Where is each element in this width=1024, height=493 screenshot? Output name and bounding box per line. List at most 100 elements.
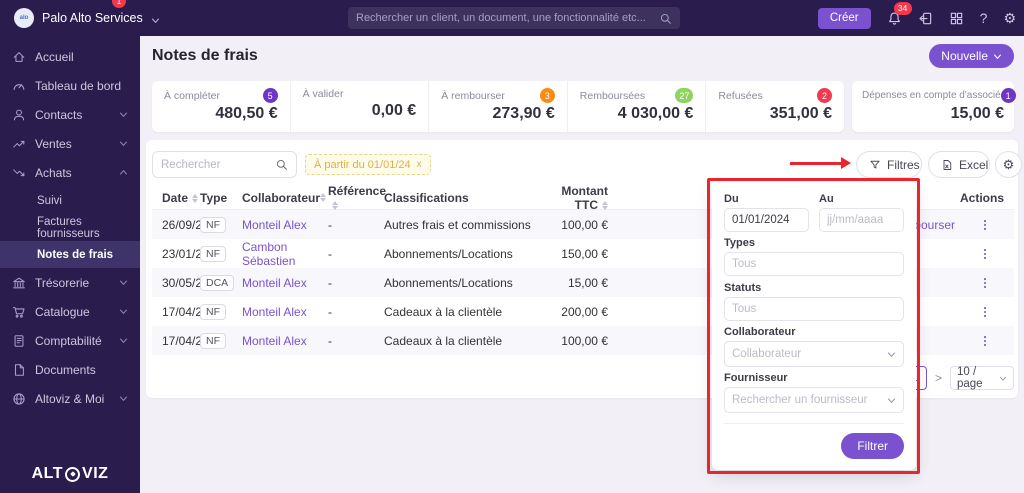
notifications-button[interactable]: 34 xyxy=(887,1,912,26)
table-settings-button[interactable]: ⚙ xyxy=(995,151,1022,178)
sidebar-item-altoviz-et-moi[interactable]: Altoviz & Moi xyxy=(0,384,140,413)
cell-type: NF xyxy=(200,303,242,320)
page-size-select[interactable]: 10 / page xyxy=(950,366,1014,390)
next-page-button[interactable]: > xyxy=(935,371,942,385)
global-search[interactable] xyxy=(348,7,680,29)
chevron-down-icon xyxy=(119,112,128,117)
cell-type: NF xyxy=(200,245,242,262)
sort-icon[interactable] xyxy=(320,192,327,203)
sort-icon[interactable] xyxy=(192,193,199,204)
sidebar-item-suivi[interactable]: Suivi xyxy=(0,187,140,214)
collaborateur-label: Collaborateur xyxy=(724,326,796,338)
stat-refusees[interactable]: Refusées 2 351,00 € xyxy=(706,81,844,132)
exit-button[interactable] xyxy=(918,11,933,26)
collaborateur-select[interactable]: Collaborateur xyxy=(724,341,904,367)
sidebar-item-tresorerie[interactable]: Trésorerie xyxy=(0,268,140,297)
stat-depenses-compte-associe[interactable]: Dépenses en compte d'associé 1 15,00 € xyxy=(852,81,1016,132)
cell-collaborateur: Monteil Alex xyxy=(242,218,328,232)
sidebar-item-contacts[interactable]: Contacts xyxy=(0,100,140,129)
sidebar-item-notes-de-frais[interactable]: Notes de frais xyxy=(0,241,140,268)
apps-button[interactable] xyxy=(949,11,964,26)
row-menu-button[interactable] xyxy=(978,276,992,290)
fournisseur-select[interactable]: Rechercher un fournisseur xyxy=(724,387,904,413)
global-search-input[interactable] xyxy=(356,12,659,24)
stat-value: 480,50 € xyxy=(215,105,278,122)
cell-reference: - xyxy=(328,304,332,319)
stat-a-completer[interactable]: À compléter 5 480,50 € xyxy=(152,81,291,132)
active-filter-tag[interactable]: À partir du 01/01/24 x xyxy=(305,154,431,175)
collaborateur-link[interactable]: Cambon Sébastien xyxy=(242,240,328,268)
stat-value: 4 030,00 € xyxy=(617,105,694,122)
sidebar-item-catalogue[interactable]: Catalogue xyxy=(0,297,140,326)
sort-icon[interactable] xyxy=(602,200,608,211)
exit-icon xyxy=(919,12,931,24)
settings-button[interactable]: ⚙ xyxy=(1003,10,1016,27)
cell-classification: Abonnements/Locations xyxy=(384,275,513,290)
cell-montant: 100,00 € xyxy=(561,217,608,232)
cell-reference: - xyxy=(328,333,332,348)
chevron-down-icon xyxy=(151,17,159,23)
row-menu-button[interactable] xyxy=(978,247,992,261)
document-icon xyxy=(14,363,24,376)
excel-export-button[interactable]: Excel xyxy=(928,151,990,178)
cell-actions xyxy=(955,305,1014,319)
types-input[interactable] xyxy=(724,252,904,276)
statuts-input[interactable] xyxy=(724,296,904,321)
active-filter-tag-label: À partir du 01/01/24 xyxy=(314,158,411,171)
column-header-collaborateur[interactable]: Collaborateur xyxy=(242,191,328,205)
date-to-input[interactable] xyxy=(819,208,904,232)
stat-a-valider[interactable]: À valider 0,00 € xyxy=(291,81,430,132)
stat-a-rembourser[interactable]: À rembourser 3 273,90 € xyxy=(429,81,568,132)
column-header-montant[interactable]: Montant TTC xyxy=(536,184,608,212)
help-button[interactable]: ? xyxy=(980,10,988,26)
table-search[interactable] xyxy=(152,151,297,178)
cell-actions xyxy=(955,218,1014,232)
stat-label: À valider xyxy=(302,88,344,100)
sidebar-item-label: Notes de frais xyxy=(37,248,114,261)
column-header-date[interactable]: Date xyxy=(152,191,200,205)
column-header-type[interactable]: Type xyxy=(200,191,242,205)
column-header-reference[interactable]: Référence xyxy=(328,184,386,212)
cell-collaborateur: Monteil Alex xyxy=(242,334,328,348)
row-menu-button[interactable] xyxy=(978,305,992,319)
altoviz-logo-text-left: ALT xyxy=(31,465,64,482)
sidebar-item-label: Ventes xyxy=(35,136,72,151)
row-menu-button[interactable] xyxy=(978,218,992,232)
cell-date: 17/04/24 xyxy=(162,304,209,319)
collaborateur-link[interactable]: Monteil Alex xyxy=(242,276,307,290)
sidebar-item-comptabilite[interactable]: Comptabilité xyxy=(0,326,140,355)
sidebar-item-achats[interactable]: Achats xyxy=(0,158,140,187)
sidebar-item-accueil[interactable]: Accueil xyxy=(0,42,140,71)
collaborateur-link[interactable]: Monteil Alex xyxy=(242,305,307,319)
apply-filter-button[interactable]: Filtrer xyxy=(841,433,904,459)
sidebar-item-documents[interactable]: Documents xyxy=(0,355,140,384)
create-button[interactable]: Créer xyxy=(817,7,871,29)
table-search-input[interactable] xyxy=(161,158,275,171)
sort-icon[interactable] xyxy=(332,200,338,211)
collaborateur-link[interactable]: Monteil Alex xyxy=(242,334,307,348)
home-icon xyxy=(13,51,25,62)
date-from-input[interactable] xyxy=(724,208,809,232)
cell-collaborateur: Monteil Alex xyxy=(242,276,328,290)
fournisseur-placeholder: Rechercher un fournisseur xyxy=(732,394,868,406)
stat-remboursees[interactable]: Remboursées 27 4 030,00 € xyxy=(568,81,707,132)
cell-classification: Autres frais et commissions xyxy=(384,217,531,232)
close-icon[interactable]: x xyxy=(417,159,422,170)
types-label: Types xyxy=(724,237,755,249)
filters-button[interactable]: Filtres xyxy=(856,151,922,178)
company-switcher[interactable]: alo Palo Alto Services 1 xyxy=(0,0,260,28)
sidebar-item-tableau-de-bord[interactable]: Tableau de bord xyxy=(0,71,140,100)
column-header-classifications[interactable]: Classifications xyxy=(384,191,536,205)
cell-date: 23/01/25 xyxy=(162,246,209,261)
row-menu-button[interactable] xyxy=(978,334,992,348)
collaborateur-link[interactable]: Monteil Alex xyxy=(242,218,307,232)
new-expense-button[interactable]: Nouvelle xyxy=(929,44,1014,68)
stat-count-badge: 5 xyxy=(262,88,278,103)
search-icon xyxy=(276,159,287,170)
chevron-down-icon xyxy=(887,351,896,357)
gauge-icon xyxy=(13,83,25,90)
trend-up-icon xyxy=(13,140,25,148)
sidebar-item-factures-fournisseurs[interactable]: Factures fournisseurs xyxy=(0,214,140,241)
kebab-icon xyxy=(983,335,986,346)
sidebar-item-ventes[interactable]: Ventes xyxy=(0,129,140,158)
